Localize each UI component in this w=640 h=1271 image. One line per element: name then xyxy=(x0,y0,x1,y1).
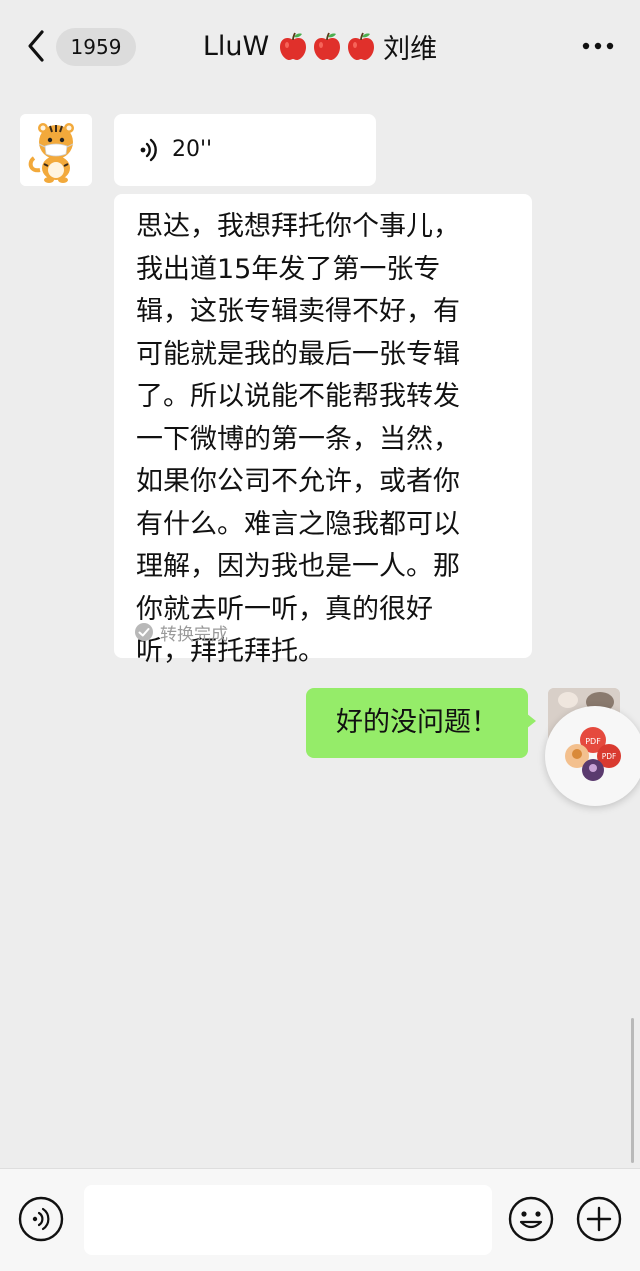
apple-icon xyxy=(348,32,375,60)
emoji-icon[interactable] xyxy=(506,1194,556,1244)
sent-message-text: 好的没问题！ xyxy=(336,707,498,738)
scrollbar[interactable] xyxy=(631,1018,634,1163)
transcript-text: 思达，我想拜托你个事儿， 我出道15年发了第一张专 辑，这张专辑卖得不好，有 可… xyxy=(136,211,460,667)
title-emojis xyxy=(277,30,379,62)
chat-title-prefix: LluW xyxy=(202,30,270,62)
unread-count-badge[interactable]: 1959 xyxy=(56,28,136,66)
chat-title-suffix: 刘维 xyxy=(383,33,438,65)
svg-text:PDF: PDF xyxy=(602,752,617,761)
voice-wave-icon xyxy=(136,136,164,164)
contact-avatar[interactable] xyxy=(20,114,92,186)
sent-bubble-tail xyxy=(526,713,536,729)
svg-text:PDF: PDF xyxy=(585,737,601,746)
voice-input-icon[interactable] xyxy=(16,1194,66,1244)
plus-icon[interactable] xyxy=(574,1194,624,1244)
input-bar xyxy=(0,1168,640,1271)
check-circle-icon xyxy=(135,623,153,641)
convert-status: 转换完成 xyxy=(134,620,228,645)
chat-title: LluW 刘维 xyxy=(150,22,490,70)
voice-message-bubble[interactable]: 20'' xyxy=(114,114,376,186)
floating-widget[interactable]: PDF PDF xyxy=(545,706,640,806)
chat-header: 1959 LluW 刘维 xyxy=(0,0,640,92)
apple-icon xyxy=(314,32,341,60)
voice-duration: 20'' xyxy=(172,137,213,162)
apple-icon xyxy=(280,32,307,60)
sent-message-bubble[interactable]: 好的没问题！ xyxy=(306,688,528,758)
message-input[interactable] xyxy=(84,1185,492,1255)
more-icon[interactable] xyxy=(580,30,616,62)
convert-status-label: 转换完成 xyxy=(160,624,228,645)
transcript-bubble[interactable]: 思达，我想拜托你个事儿， 我出道15年发了第一张专 辑，这张专辑卖得不好，有 可… xyxy=(114,194,532,667)
back-arrow-icon[interactable] xyxy=(22,28,52,64)
